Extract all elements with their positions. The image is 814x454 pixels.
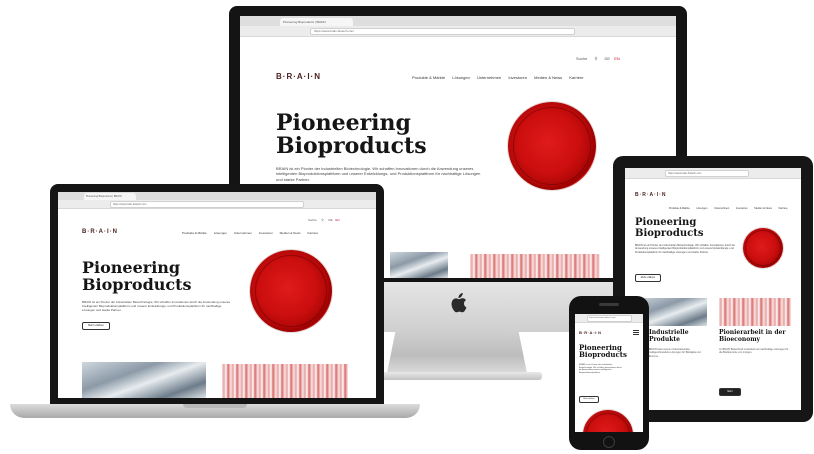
laptop-notch [183, 404, 247, 408]
teaser-text-1: BRAIN bietet seinen Industriekunden maßg… [649, 348, 701, 358]
browser-toolbar: https://www.brain-biotech.com [625, 168, 801, 179]
lang-en[interactable]: EN [335, 218, 339, 222]
address-bar[interactable]: https://www.brain-biotech.com [665, 170, 749, 177]
search-link[interactable]: Suche [576, 56, 587, 61]
petri-dish-image [743, 228, 783, 268]
hero-headline: Pioneering Bioproducts [579, 343, 627, 360]
nav-item[interactable]: Medien & News [280, 231, 301, 235]
nav-item[interactable]: Investoren [736, 207, 748, 210]
nav-item[interactable]: Karriere [307, 231, 318, 235]
site-logo[interactable]: B·R·A·I·N [82, 229, 118, 235]
nav-item[interactable]: Lösungen [214, 231, 227, 235]
teaser-image-red[interactable] [222, 364, 348, 398]
petri-dish-image [250, 250, 332, 332]
nav-item[interactable]: Investoren [508, 75, 527, 80]
teaser-text-2: Im BRAIN BiotechLab entwickeln wir nachh… [719, 348, 789, 355]
more-button[interactable]: Mehr erfahren [635, 274, 661, 282]
browser-tab[interactable]: Pioneering Bioproducts | BRAIN [84, 193, 136, 200]
nav-item[interactable]: Unternehmen [477, 75, 501, 80]
home-button[interactable] [603, 436, 615, 448]
main-navigation: Produkte & Märkte Lösungen Unternehmen I… [663, 207, 787, 210]
browser-toolbar: https://www.brain-biotech.com [58, 200, 376, 209]
search-link[interactable]: Suche [308, 218, 317, 222]
nav-item[interactable]: Produkte & Märkte [669, 207, 690, 210]
teaser-heading-1: Industrielle Produkte [649, 329, 689, 343]
lang-de[interactable]: DE [605, 56, 611, 61]
nav-item[interactable]: Unternehmen [234, 231, 252, 235]
nav-item[interactable]: Medien & News [754, 207, 772, 210]
laptop-screen: Pioneering Bioproducts | BRAIN https://w… [58, 192, 376, 398]
imac-stand-base [372, 372, 542, 380]
hero-intro: BRAIN ist ein Pionier der industriellen … [579, 364, 622, 375]
more-button[interactable]: Mehr erfahren [82, 322, 110, 330]
nav-item[interactable]: Produkte & Märkte [182, 231, 207, 235]
petri-dish-image [583, 410, 633, 432]
utility-links: Suche ⚲ DE EN [308, 218, 340, 222]
teaser-image-lab[interactable] [390, 252, 448, 278]
apple-logo-icon [449, 293, 467, 313]
main-navigation: Produkte & Märkte Lösungen Unternehmen I… [406, 75, 584, 80]
address-bar[interactable]: https://www.brain-biotech.com [310, 28, 575, 35]
search-icon[interactable]: ⚲ [594, 56, 597, 61]
menu-icon[interactable] [633, 330, 639, 335]
nav-item[interactable]: Investoren [259, 231, 273, 235]
teaser-image-red[interactable] [719, 298, 791, 326]
search-icon[interactable]: ⚲ [321, 218, 323, 222]
utility-links: Suche ⚲ DE EN [576, 56, 620, 61]
nav-item[interactable]: Karriere [779, 207, 788, 210]
teaser-image-lab[interactable] [82, 362, 206, 398]
browser-toolbar: https://www.brain-biotech.com [575, 314, 643, 323]
teaser-button-2[interactable]: Mehr [719, 388, 741, 396]
hero-intro: BRAIN ist ein Pionier der industriellen … [635, 244, 736, 254]
petri-dish-image [508, 102, 596, 190]
nav-item[interactable]: Produkte & Märkte [412, 75, 445, 80]
address-bar[interactable]: https://www.brain-biotech.com [110, 201, 304, 208]
browser-tab-bar: Pioneering Bioproducts | BRAIN [58, 192, 376, 207]
hero-headline: Pioneering Bioproducts [82, 258, 192, 294]
lang-de[interactable]: DE [328, 218, 332, 222]
nav-item[interactable]: Lösungen [696, 207, 707, 210]
hero-intro: BRAIN ist ein Pionier der industriellen … [82, 300, 231, 313]
teaser-image-red[interactable] [470, 254, 600, 278]
browser-toolbar: https://www.brain-biotech.com [240, 26, 676, 37]
teaser-heading-2: Pionierarbeit in der Bioeconomy [719, 329, 786, 343]
browser-tab-bar: Pioneering Bioproducts | BRAIN [240, 16, 676, 32]
hero-intro: BRAIN ist ein Pionier der industriellen … [276, 166, 481, 182]
nav-item[interactable]: Lösungen [452, 75, 470, 80]
site-logo[interactable]: B·R·A·I·N [635, 192, 667, 198]
site-logo[interactable]: B·R·A·I·N [276, 72, 321, 81]
phone-screen: https://www.brain-biotech.com B·R·A·I·N … [575, 314, 643, 432]
more-button[interactable]: Mehr erfahren [579, 396, 599, 403]
main-navigation: Produkte & Märkte Lösungen Unternehmen I… [176, 231, 318, 235]
address-bar[interactable]: https://www.brain-biotech.com [587, 315, 632, 322]
nav-item[interactable]: Unternehmen [714, 207, 729, 210]
hero-headline: Pioneering Bioproducts [276, 110, 427, 160]
nav-item[interactable]: Karriere [569, 75, 583, 80]
nav-item[interactable]: Medien & News [534, 75, 562, 80]
lang-en[interactable]: EN [614, 56, 620, 61]
tablet-screen: https://www.brain-biotech.com B·R·A·I·N … [625, 168, 801, 410]
phone-speaker [599, 303, 619, 306]
browser-tab[interactable]: Pioneering Bioproducts | BRAIN [280, 18, 353, 26]
hero-headline: Pioneering Bioproducts [635, 217, 704, 239]
site-logo[interactable]: B·R·A·I·N [579, 330, 602, 335]
